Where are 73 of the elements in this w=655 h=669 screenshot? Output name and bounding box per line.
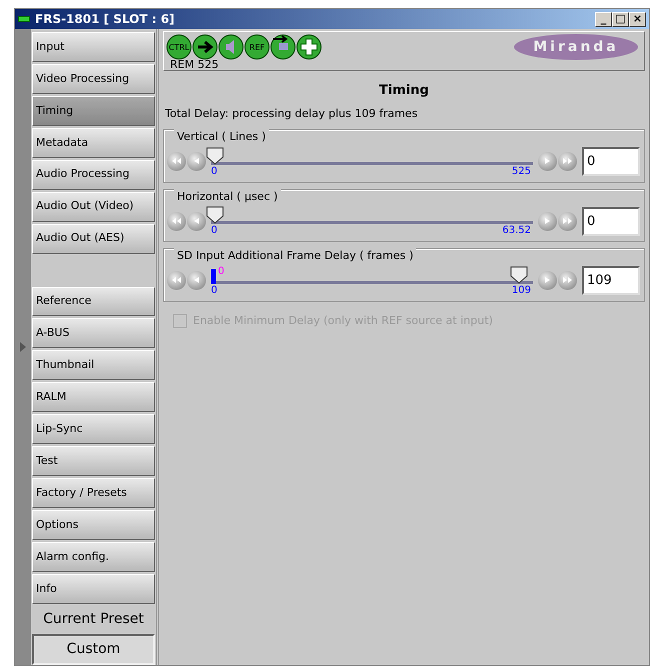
fast-forward-icon	[563, 218, 572, 224]
step-forward-button[interactable]	[538, 152, 557, 171]
sidebar-item[interactable]: Thumbnail	[32, 350, 155, 380]
fast-forward-icon	[563, 158, 572, 164]
sidebar-item[interactable]: Info	[32, 574, 155, 604]
fast-forward-button[interactable]	[558, 271, 577, 290]
sidebar-item[interactable]: Options	[32, 510, 155, 540]
maximize-button[interactable]: □	[612, 12, 629, 26]
sidebar-item[interactable]: Audio Processing	[32, 160, 155, 190]
sidebar-item[interactable]: Alarm config.	[32, 542, 155, 572]
sidebar-item[interactable]: Lip-Sync	[32, 414, 155, 444]
fast-forward-button[interactable]	[558, 212, 577, 230]
minimize-button[interactable]: _	[595, 12, 612, 26]
panel-title: Timing	[378, 82, 430, 100]
step-forward-button[interactable]	[538, 271, 557, 290]
left-triangle-icon	[194, 158, 199, 164]
rewind-icon	[172, 218, 181, 224]
fast-forward-icon	[563, 277, 572, 284]
sidebar-item[interactable]: Video Processing	[32, 64, 155, 94]
right-triangle-icon	[545, 218, 550, 224]
sidebar-item[interactable]: Input	[32, 32, 155, 62]
sidebar-item[interactable]: RALM	[32, 382, 155, 412]
sidebar-item[interactable]: Audio Out (Video)	[32, 192, 155, 222]
sidebar-item[interactable]: Metadata	[32, 128, 155, 158]
slider-track[interactable]: 0 525	[207, 144, 537, 178]
sidebar-item[interactable]: A-BUS	[32, 318, 155, 348]
min-label: 0	[211, 166, 218, 178]
rewind-icon	[172, 158, 181, 164]
min-label: 0	[211, 284, 218, 296]
preset-label: Current Preset	[42, 610, 145, 629]
summary-text: Total Delay: processing delay plus 109 frames	[165, 106, 419, 122]
sidebar-item[interactable]: Factory / Presets	[32, 478, 155, 508]
slider-thumb[interactable]	[510, 266, 528, 284]
plus-icon[interactable]	[296, 34, 322, 60]
left-triangle-icon	[194, 277, 199, 284]
speaker-icon[interactable]	[218, 34, 244, 60]
min-label: 0	[211, 225, 218, 237]
max-label: 525	[512, 166, 531, 178]
marker-label: 0	[218, 264, 224, 278]
swap-icon[interactable]	[270, 34, 296, 60]
status-led-icon	[18, 16, 30, 22]
value-field[interactable]: 0	[582, 206, 640, 236]
slider-track[interactable]: 0 0 109	[207, 264, 537, 298]
reference-marker	[211, 268, 216, 284]
close-button[interactable]: ×	[629, 12, 646, 26]
group-label: SD Input Additional Frame Delay ( frames )	[174, 248, 416, 264]
step-forward-button[interactable]	[538, 212, 557, 230]
sidebar-item[interactable]: Test	[32, 446, 155, 476]
rewind-icon	[172, 277, 181, 284]
preset-field: Custom	[32, 634, 155, 665]
slider-track[interactable]: 0 63.52	[207, 204, 537, 238]
window-title: FRS-1801 [ SLOT : 6]	[35, 11, 175, 28]
right-triangle-icon	[545, 158, 550, 164]
expand-arrow-icon	[20, 342, 26, 352]
fast-rewind-button[interactable]	[167, 271, 186, 290]
sidebar-item[interactable]: Reference	[32, 286, 155, 316]
status-text: REM 525	[170, 60, 220, 70]
step-back-button[interactable]	[187, 271, 206, 290]
right-triangle-icon	[545, 277, 550, 284]
left-triangle-icon	[194, 218, 199, 224]
fast-rewind-button[interactable]	[167, 152, 186, 171]
sidebar-item[interactable]: Timing	[32, 96, 155, 126]
sidebar-item[interactable]: Audio Out (AES)	[32, 224, 155, 254]
group-label: Horizontal ( µsec )	[174, 188, 281, 205]
label-icon[interactable]: REF	[244, 34, 270, 60]
label-icon[interactable]: CTRL	[166, 34, 192, 60]
max-label: 109	[512, 284, 531, 296]
value-field[interactable]: 0	[582, 147, 640, 176]
fast-rewind-button[interactable]	[167, 212, 186, 230]
logo: Miranda	[514, 34, 638, 60]
max-label: 63.52	[502, 225, 531, 237]
value-field[interactable]: 109	[582, 266, 640, 295]
fast-forward-button[interactable]	[558, 152, 577, 171]
